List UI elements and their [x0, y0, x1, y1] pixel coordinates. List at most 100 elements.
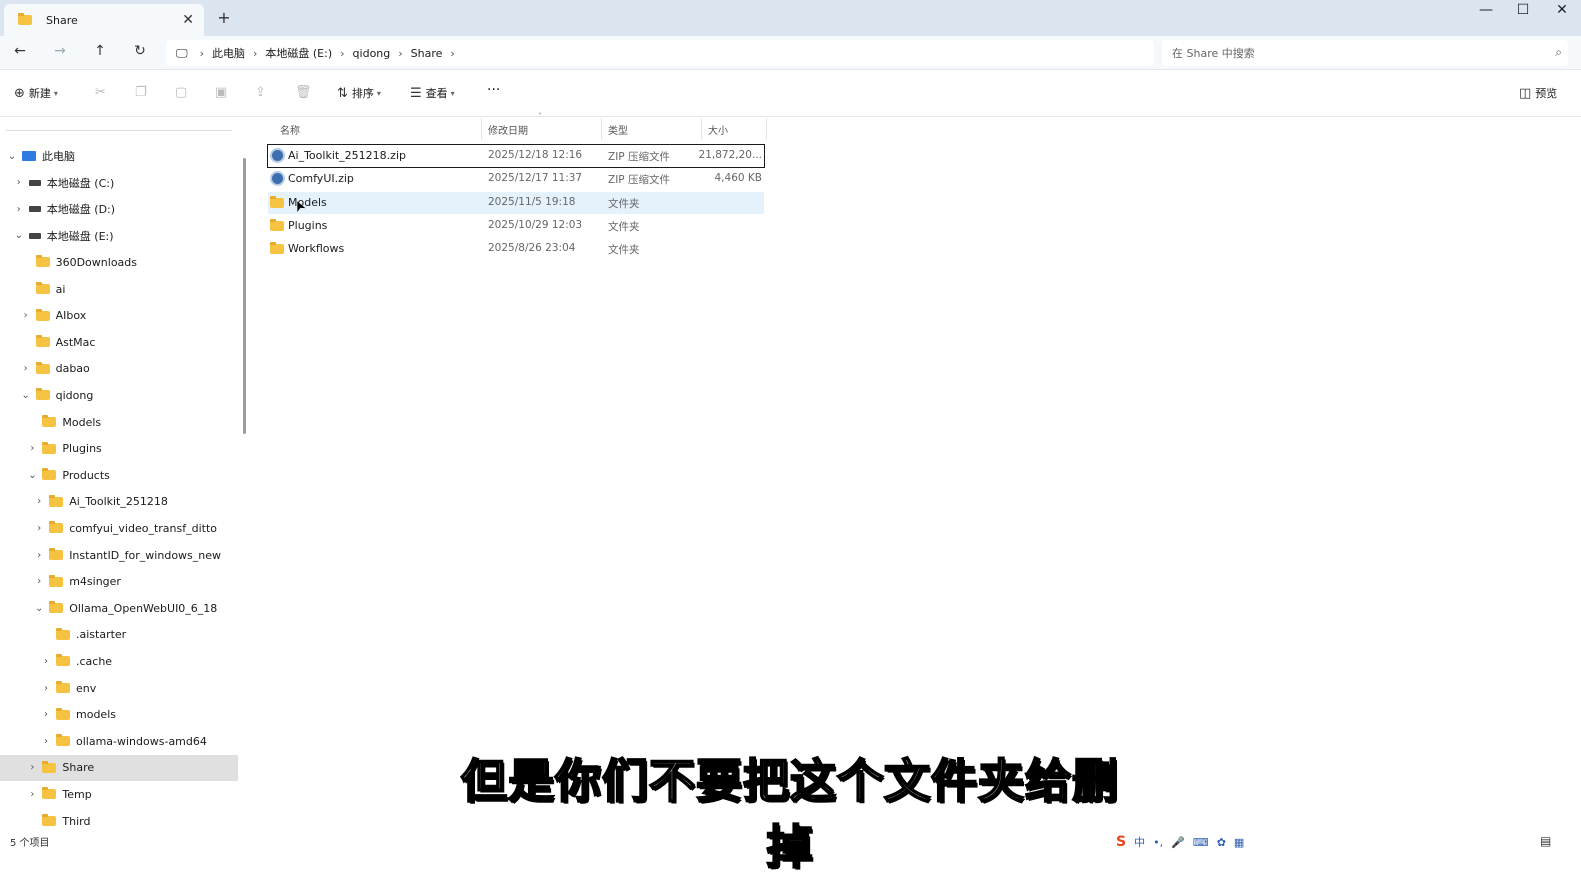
navigation-pane[interactable]: ⌄ 此电脑 › 本地磁盘 (C:) › 本地磁盘 (D:) ⌄ 本地磁盘 (E:) 360Dow…: [0, 118, 252, 832]
chevron-right-icon[interactable]: ›: [40, 709, 52, 720]
column-header-type[interactable]: 类型: [602, 118, 702, 140]
sidebar-item[interactable]: ⌄ 此电脑: [0, 143, 238, 169]
punctuation-icon[interactable]: •,: [1153, 836, 1163, 849]
sidebar-item[interactable]: › Temp: [0, 781, 238, 807]
chevron-down-icon[interactable]: ⌄: [13, 230, 25, 241]
chevron-right-icon[interactable]: ›: [33, 550, 45, 561]
copy-button[interactable]: ❐: [135, 85, 151, 100]
sidebar-item[interactable]: › AIbox: [0, 303, 238, 329]
chevron-right-icon[interactable]: ›: [26, 443, 38, 454]
sidebar-item[interactable]: › Plugins: [0, 436, 238, 462]
back-button[interactable]: ←: [10, 43, 30, 59]
preview-pane-button[interactable]: ◫ 预览: [1519, 85, 1557, 101]
skin-icon[interactable]: ✿: [1217, 836, 1226, 849]
chevron-right-icon[interactable]: ›: [40, 736, 52, 747]
breadcrumb-this-pc[interactable]: 此电脑: [212, 45, 245, 61]
address-bar[interactable]: 🖵 › 此电脑 › 本地磁盘 (E:) › qidong › Share ›: [166, 40, 1154, 66]
sidebar-item[interactable]: › .cache: [0, 648, 238, 674]
chevron-right-icon[interactable]: ›: [13, 177, 25, 188]
sidebar-item[interactable]: › m4singer: [0, 569, 238, 595]
sidebar-item[interactable]: › Share: [0, 754, 238, 781]
sidebar-item[interactable]: › comfyui_video_transf_ditto: [0, 515, 238, 541]
chevron-right-icon[interactable]: ›: [33, 576, 45, 587]
sidebar-item[interactable]: › InstantID_for_windows_new: [0, 542, 238, 568]
sidebar-item[interactable]: › 本地磁盘 (D:): [0, 196, 238, 222]
column-header-size[interactable]: 大小: [702, 118, 767, 140]
chevron-right-icon[interactable]: ›: [20, 310, 32, 321]
navigation-scrollbar[interactable]: [243, 158, 246, 434]
drive-icon: [28, 206, 41, 213]
sidebar-item[interactable]: ⌄ qidong: [0, 382, 238, 408]
column-header-name[interactable]: 名称: [274, 118, 482, 140]
sidebar-item-label: .aistarter: [76, 628, 127, 642]
rename-button[interactable]: ▣: [215, 85, 231, 100]
search-input[interactable]: 在 Share 中搜索 ⌕: [1162, 40, 1568, 66]
forward-button[interactable]: →: [50, 43, 70, 59]
chevron-right-icon[interactable]: ›: [40, 683, 52, 694]
refresh-button[interactable]: ↻: [130, 43, 150, 59]
sidebar-item[interactable]: ai: [0, 276, 238, 302]
file-row[interactable]: Workflows 2025/8/26 23:04 文件夹: [268, 238, 764, 260]
folder-icon: [56, 734, 70, 747]
minimize-button[interactable]: —: [1476, 2, 1496, 18]
folder-icon: [270, 242, 284, 255]
close-tab-icon[interactable]: ✕: [182, 12, 194, 28]
sidebar-item[interactable]: › models: [0, 702, 238, 728]
cut-button[interactable]: ✂: [95, 85, 110, 100]
file-row[interactable]: Models 2025/11/5 19:18 文件夹: [268, 191, 764, 214]
chevron-right-icon[interactable]: ›: [20, 363, 32, 374]
sidebar-item[interactable]: AstMac: [0, 329, 238, 355]
file-row[interactable]: Plugins 2025/10/29 12:03 文件夹: [268, 215, 764, 237]
sidebar-item[interactable]: › 本地磁盘 (C:): [0, 170, 238, 196]
chevron-right-icon[interactable]: ›: [13, 204, 25, 215]
new-button[interactable]: ⊕ 新建 ▾: [14, 85, 58, 101]
chevron-down-icon[interactable]: ⌄: [33, 603, 45, 614]
sidebar-item[interactable]: .aistarter: [0, 622, 238, 648]
sidebar-item[interactable]: › dabao: [0, 356, 238, 382]
chevron-right-icon[interactable]: ›: [40, 656, 52, 667]
chevron-down-icon[interactable]: ⌄: [26, 470, 38, 481]
tab-share[interactable]: Share ✕: [4, 4, 204, 36]
paste-button[interactable]: ▢: [175, 85, 191, 100]
sidebar-item[interactable]: › Ai_Toolkit_251218: [0, 489, 238, 515]
details-view-icon[interactable]: ▤: [1540, 834, 1551, 848]
folder-icon: [42, 814, 57, 826]
sidebar-item[interactable]: ⌄ Products: [0, 462, 238, 488]
sidebar-item[interactable]: › env: [0, 675, 238, 701]
file-row[interactable]: ComfyUI.zip 2025/12/17 11:37 ZIP 压缩文件 4,460…: [268, 168, 764, 190]
chevron-right-icon[interactable]: ›: [450, 47, 454, 60]
sidebar-item[interactable]: ⌄ 本地磁盘 (E:): [0, 223, 238, 249]
delete-button[interactable]: 🗑: [295, 85, 316, 100]
microphone-icon[interactable]: 🎤: [1171, 836, 1185, 849]
new-label: 新建: [28, 87, 51, 100]
sort-button[interactable]: ⇅ 排序 ▾: [337, 85, 381, 101]
up-button[interactable]: ↑: [90, 43, 110, 59]
sidebar-item[interactable]: › ollama-windows-amd64: [0, 728, 238, 754]
keyboard-icon[interactable]: ⌨: [1193, 836, 1209, 849]
chevron-right-icon[interactable]: ›: [33, 496, 45, 507]
breadcrumb-share[interactable]: Share: [411, 47, 443, 60]
chevron-right-icon[interactable]: ›: [26, 762, 38, 773]
sidebar-item[interactable]: Third: [0, 808, 238, 832]
sidebar-item[interactable]: 360Downloads: [0, 249, 238, 275]
new-tab-button[interactable]: +: [214, 8, 234, 27]
column-header-date[interactable]: 修改日期 ˅: [482, 112, 602, 140]
maximize-button[interactable]: ☐: [1513, 2, 1533, 18]
chevron-right-icon[interactable]: ›: [26, 789, 38, 800]
view-button[interactable]: ☰ 查看 ▾: [410, 85, 455, 101]
breadcrumb-qidong[interactable]: qidong: [353, 47, 391, 60]
close-window-button[interactable]: ✕: [1552, 2, 1572, 18]
file-name: ComfyUI.zip: [288, 172, 354, 186]
chevron-down-icon[interactable]: ⌄: [6, 151, 18, 162]
chevron-right-icon[interactable]: ›: [33, 523, 45, 534]
sidebar-item[interactable]: ⌄ Ollama_OpenWebUI0_6_18: [0, 595, 238, 621]
rename-icon: ▣: [215, 85, 228, 100]
share-button[interactable]: ⇪: [255, 85, 270, 100]
more-options-button[interactable]: ···: [487, 82, 500, 98]
sidebar-item[interactable]: Models: [0, 409, 238, 435]
chevron-down-icon[interactable]: ⌄: [20, 390, 32, 401]
file-row[interactable]: Ai_Toolkit_251218.zip 2025/12/18 12:16 ZIP…: [267, 144, 765, 168]
toolbox-icon[interactable]: ▦: [1234, 836, 1244, 849]
ime-toolbar[interactable]: S 中 •, 🎤 ⌨ ✿ ▦: [1116, 832, 1286, 852]
breadcrumb-drive-e[interactable]: 本地磁盘 (E:): [265, 45, 332, 61]
